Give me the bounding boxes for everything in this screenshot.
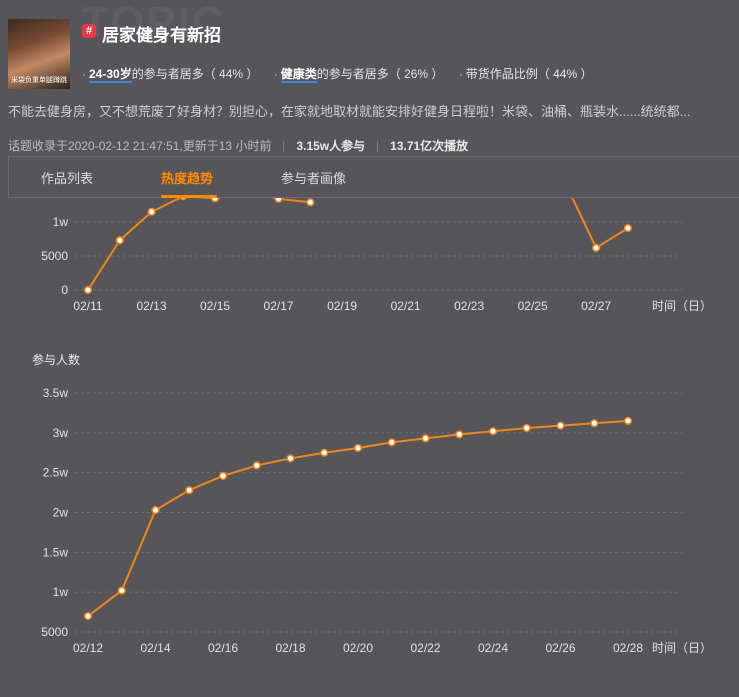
x-tick-label: 02/18: [275, 641, 305, 655]
participants-chart: 5000 1w 1.5w 2w 2.5w 3w 3.5w 02/12 02/14 02/16 02/…: [32, 352, 712, 655]
data-point: [320, 448, 329, 457]
x-tick-label: 02/28: [613, 641, 643, 655]
data-point: [83, 611, 93, 621]
data-point: [286, 454, 295, 463]
data-point: [151, 506, 160, 515]
x-tick-label: 02/14: [140, 641, 170, 655]
y-tick-label: 2.5w: [43, 466, 69, 480]
data-point: [117, 586, 126, 595]
data-point: [218, 471, 228, 480]
x-tick-label: 02/26: [545, 641, 575, 655]
data-point: [353, 443, 363, 453]
data-point: [455, 430, 464, 439]
y-tick-label: 5000: [41, 625, 68, 639]
x-tick-label: 02/20: [343, 641, 373, 655]
data-point: [623, 416, 633, 425]
data-point: [590, 419, 599, 428]
y-tick-label: 1w: [53, 585, 69, 599]
data-point: [252, 461, 261, 470]
y-tick-label: 3.5w: [43, 386, 69, 400]
y-tick-label: 3w: [53, 426, 69, 440]
y-tick-label: 1.5w: [43, 545, 69, 559]
x-axis-title: 时间（日）: [652, 641, 712, 655]
data-point: [522, 423, 531, 433]
x-tick-label: 02/24: [478, 641, 508, 655]
x-tick-label: 02/22: [410, 641, 440, 655]
x-tick-label: 02/12: [73, 641, 103, 655]
chart-title: 参与人数: [32, 352, 80, 367]
data-point: [185, 486, 194, 495]
y-tick-label: 2w: [53, 506, 69, 520]
x-tick-label: 02/16: [208, 641, 238, 655]
data-point: [421, 434, 430, 443]
data-point: [488, 427, 498, 436]
data-point: [387, 438, 396, 447]
data-point: [556, 421, 565, 430]
